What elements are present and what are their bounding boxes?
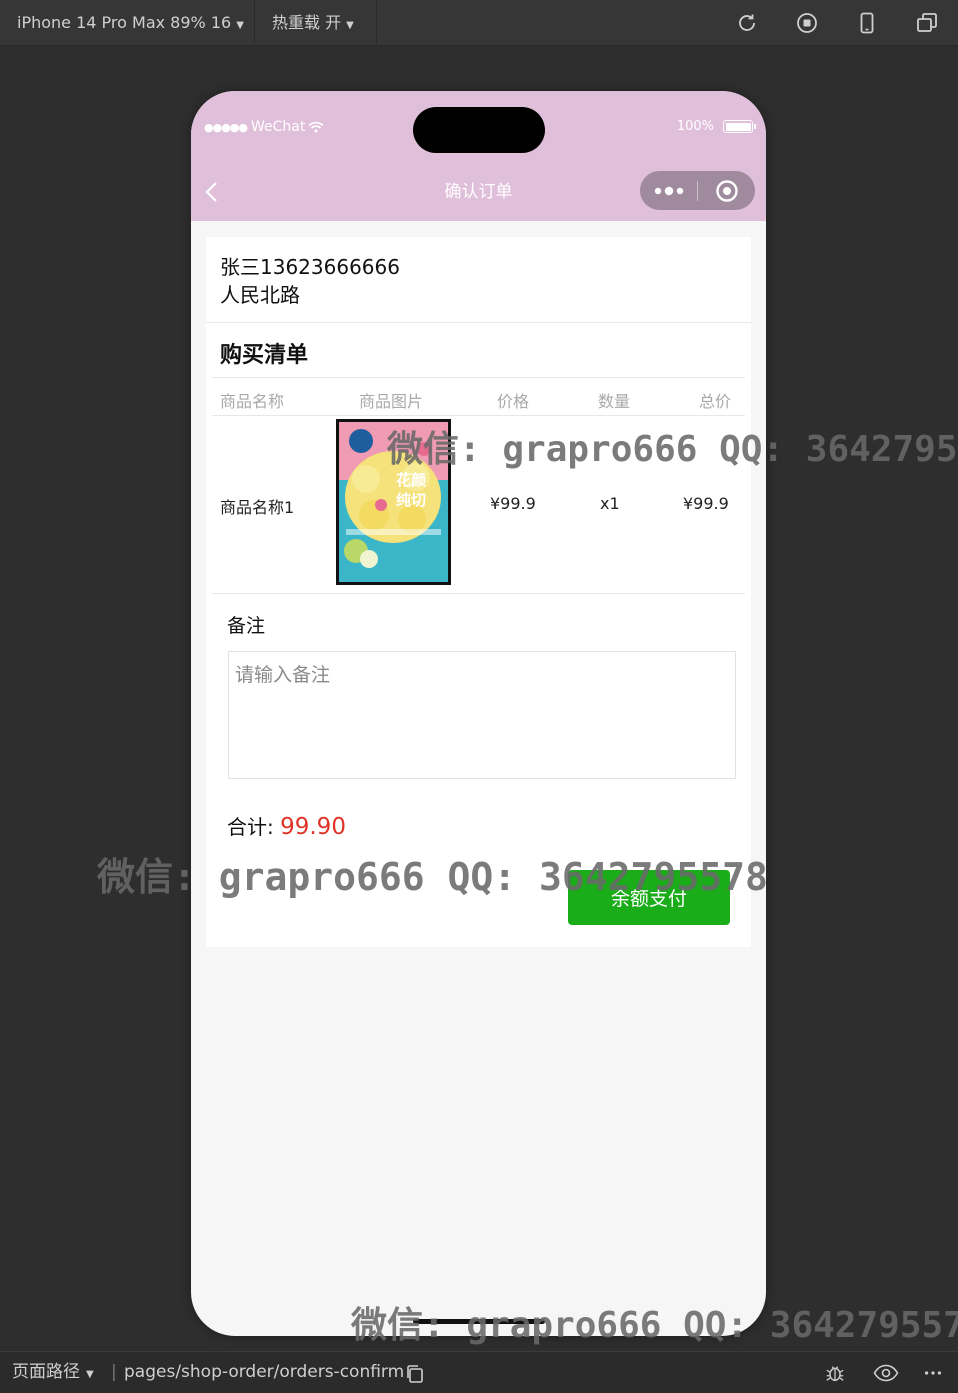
eye-icon[interactable] <box>873 1362 899 1384</box>
item-total: ¥99.9 <box>683 494 729 513</box>
status-left: ●●●●● WeChat <box>204 119 324 135</box>
page-path-label: 页面路径 <box>12 1362 80 1382</box>
copy-icon[interactable] <box>405 1364 425 1384</box>
close-button[interactable] <box>698 171 755 210</box>
balance-pay-button[interactable]: 余额支付 <box>568 870 730 925</box>
more-horizontal-icon[interactable] <box>922 1362 944 1384</box>
status-bar: ●●●●● WeChat 100% <box>191 91 766 164</box>
stop-icon[interactable] <box>795 11 819 35</box>
status-right: 100% <box>676 119 756 134</box>
product-image-text-top: 花颜 <box>396 471 426 489</box>
col-header-name: 商品名称 <box>220 392 285 411</box>
remark-input[interactable] <box>228 651 736 779</box>
divider <box>206 322 751 323</box>
col-header-price: 价格 <box>497 392 530 411</box>
bug-icon[interactable] <box>824 1362 846 1384</box>
divider <box>212 415 745 416</box>
battery-icon <box>723 120 756 133</box>
item-qty: x1 <box>600 494 620 513</box>
simulator-toolbar: iPhone 14 Pro Max 89% 16 ▼ 热重载 开 ▼ <box>0 0 958 46</box>
phone-icon[interactable] <box>855 11 879 35</box>
chevron-down-icon: ▼ <box>346 20 354 31</box>
device-selector[interactable]: iPhone 14 Pro Max 89% 16 ▼ <box>17 0 244 46</box>
product-package-image: 花颜 纯切 <box>339 422 448 582</box>
col-header-qty: 数量 <box>598 392 631 411</box>
home-indicator[interactable] <box>413 1319 545 1324</box>
device-label: iPhone 14 Pro Max 89% 16 <box>17 13 232 32</box>
total-label: 合计: <box>227 815 274 839</box>
purchase-list-title: 购买清单 <box>220 343 309 368</box>
refresh-icon[interactable] <box>735 11 759 35</box>
more-button[interactable] <box>640 171 697 210</box>
simulator-bottom-bar: 页面路径 ▼ | pages/shop-order/orders-confirm <box>0 1351 958 1393</box>
total-amount: 99.90 <box>280 814 346 840</box>
item-price: ¥99.9 <box>490 494 536 513</box>
target-close-icon <box>715 179 738 202</box>
address-block[interactable]: 张三13623666666 人民北路 <box>220 253 400 309</box>
more-dots-icon <box>654 186 683 195</box>
chevron-down-icon: ▼ <box>236 20 244 31</box>
hot-reload-toggle[interactable]: 热重载 开 ▼ <box>272 0 354 46</box>
order-card: 张三13623666666 人民北路 购买清单 商品名称 商品图片 价格 数量 … <box>206 237 751 947</box>
dynamic-island <box>413 107 545 153</box>
col-header-image: 商品图片 <box>359 392 424 411</box>
address-street: 人民北路 <box>220 283 300 307</box>
carrier-label: WeChat <box>251 119 306 135</box>
nav-bar: 确认订单 <box>191 164 766 221</box>
chevron-down-icon: ▼ <box>86 1369 94 1380</box>
divider <box>212 377 745 378</box>
address-contact: 张三13623666666 <box>220 255 400 279</box>
path-separator: | <box>111 1362 117 1382</box>
mini-program-capsule <box>640 171 755 210</box>
signal-icon: ●●●●● <box>204 120 248 134</box>
page-path-value: pages/shop-order/orders-confirm <box>124 1362 405 1382</box>
wifi-icon <box>308 121 324 133</box>
total-row: 合计: 99.90 <box>227 811 346 840</box>
toolbar-divider <box>376 0 377 46</box>
hot-reload-label: 热重载 开 <box>272 13 342 32</box>
item-name: 商品名称1 <box>220 498 295 517</box>
col-header-total: 总价 <box>699 392 732 411</box>
remark-label: 备注 <box>227 615 266 637</box>
window-icon[interactable] <box>915 11 939 35</box>
product-image-text-bottom: 纯切 <box>396 491 426 509</box>
divider <box>212 593 745 594</box>
battery-percent: 100% <box>676 119 714 134</box>
phone-frame: ●●●●● WeChat 100% 确认订单 张三13623666666 人民北… <box>191 91 766 1336</box>
page-path-selector[interactable]: 页面路径 ▼ <box>12 1352 94 1393</box>
toolbar-divider <box>254 0 255 46</box>
product-image: 花颜 纯切 <box>336 419 451 585</box>
